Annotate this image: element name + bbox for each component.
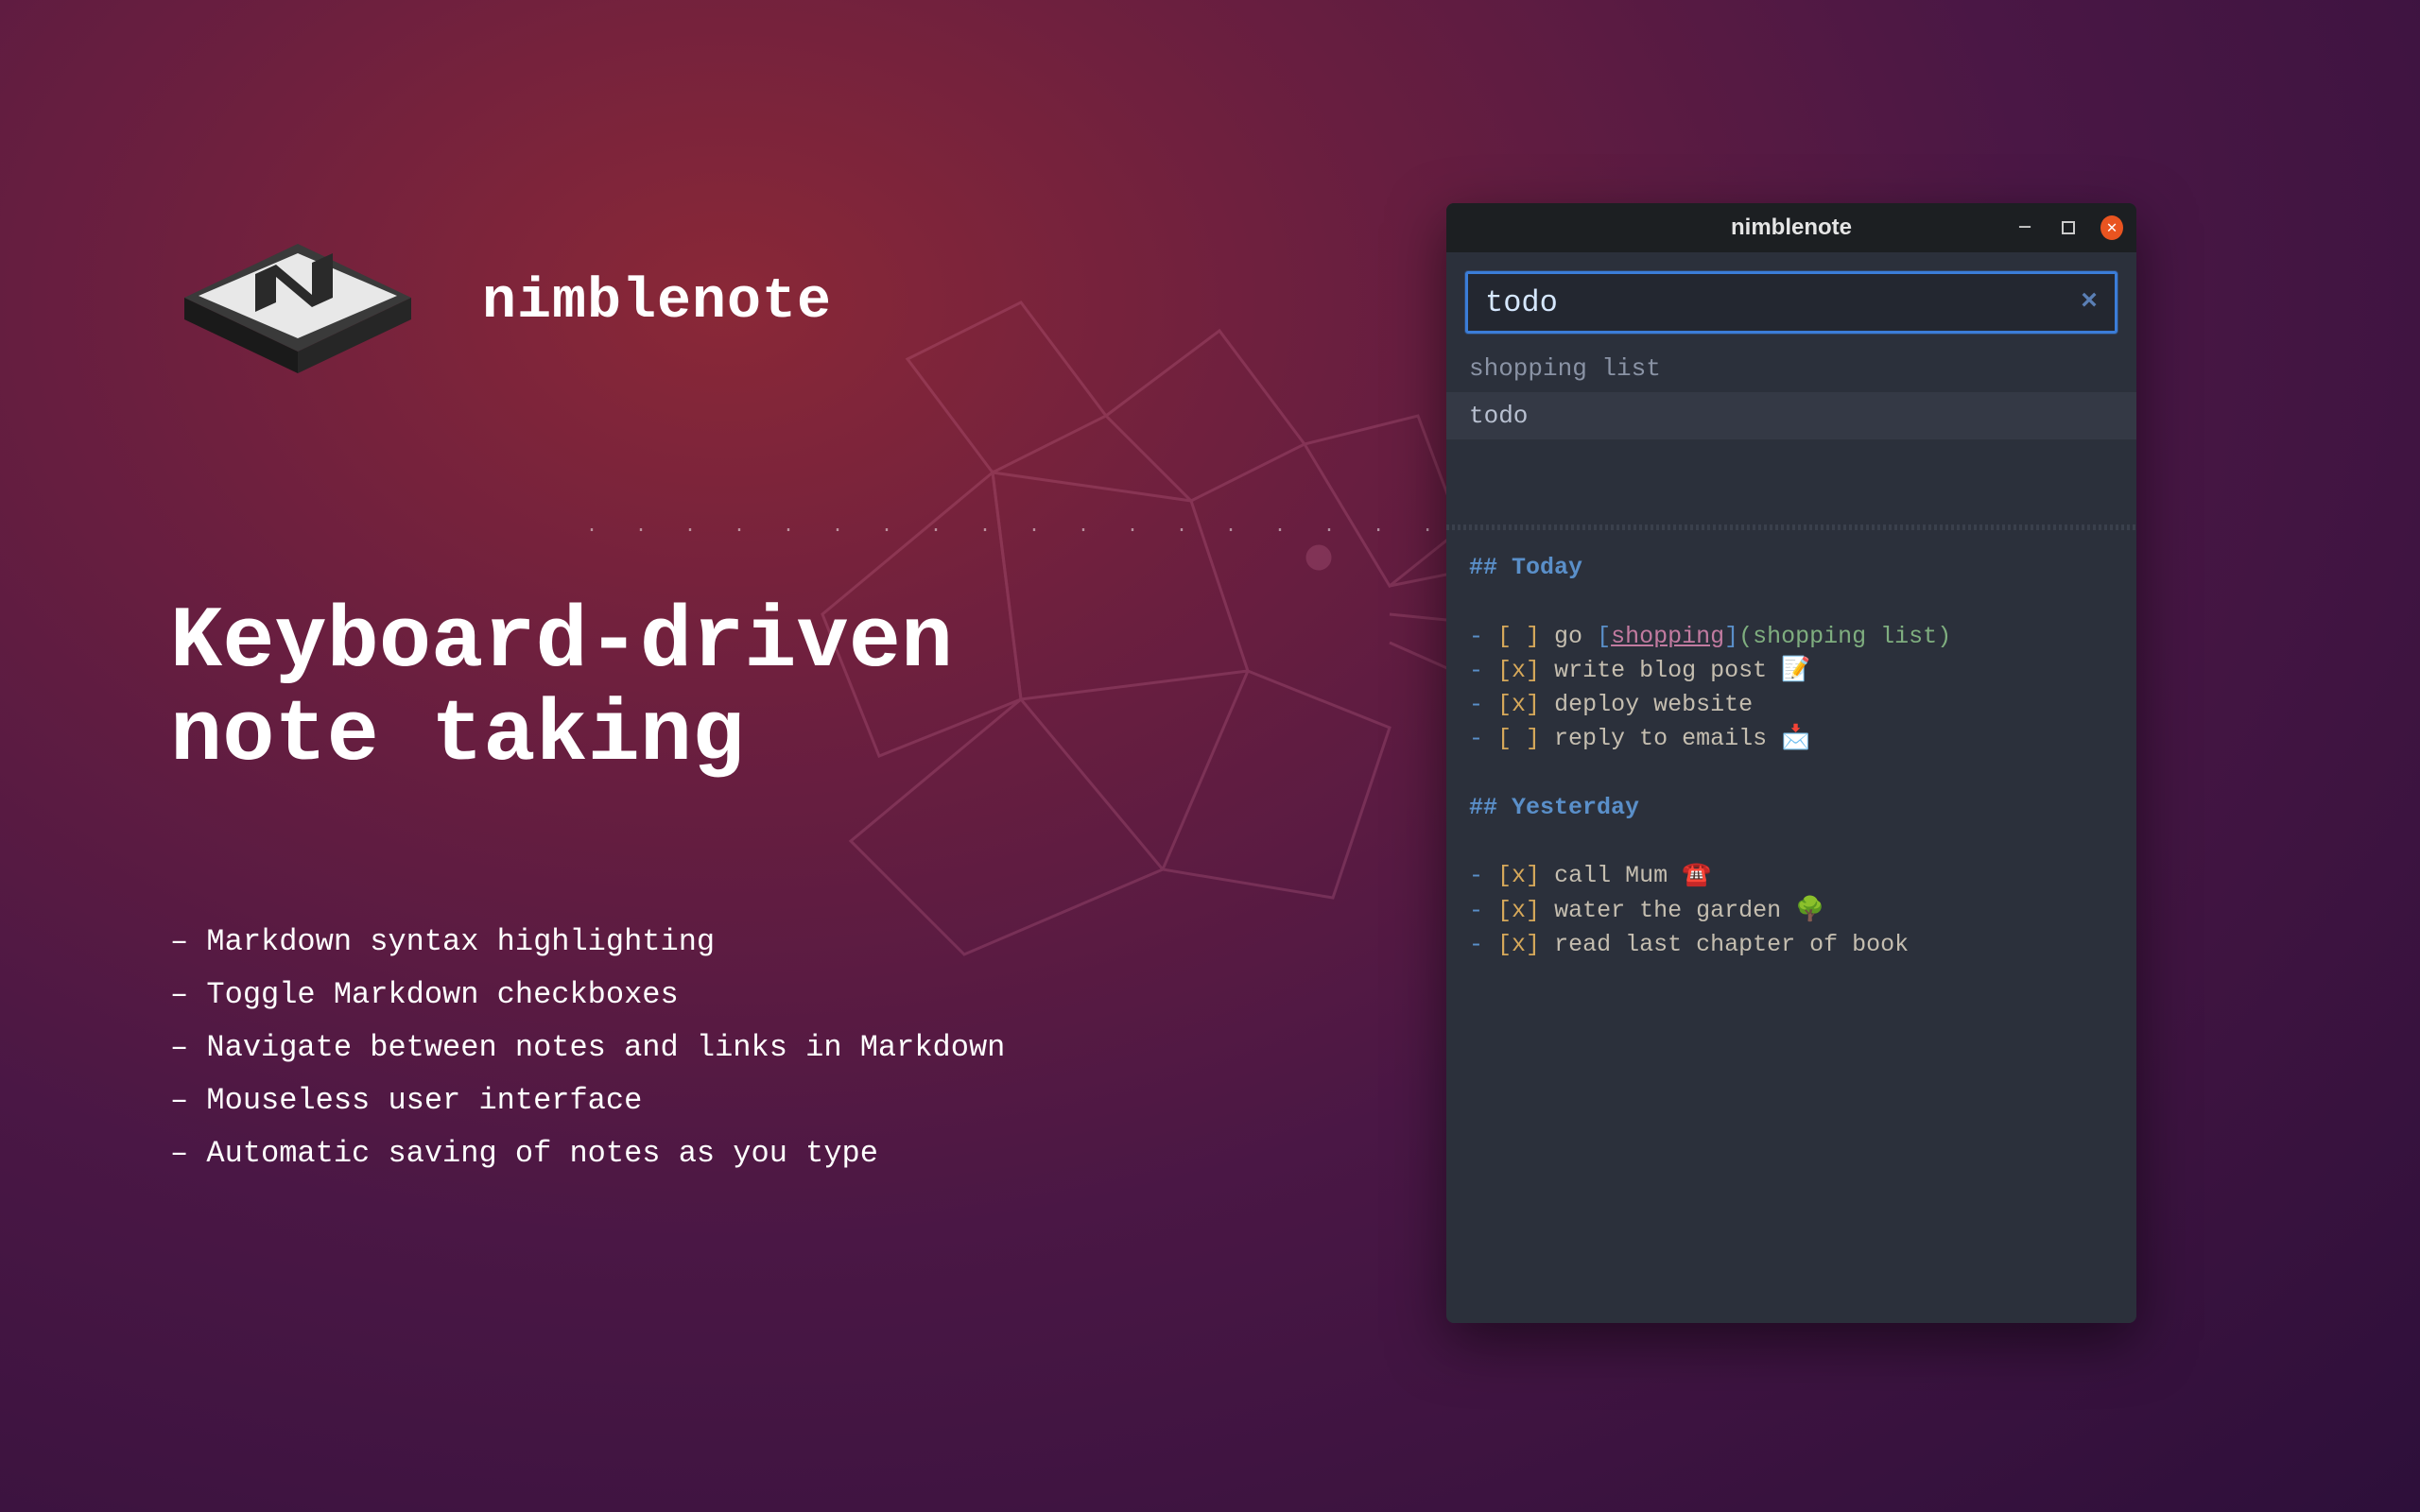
feature-item: Mouseless user interface: [170, 1074, 1305, 1127]
window-maximize-button[interactable]: [2057, 216, 2080, 239]
feature-item: Navigate between notes and links in Mark…: [170, 1022, 1305, 1074]
search-input[interactable]: [1485, 285, 2081, 320]
feature-list: Markdown syntax highlighting Toggle Mark…: [170, 916, 1305, 1180]
note-editor[interactable]: ## Today - [ ] go [shopping](shopping li…: [1446, 530, 2136, 1323]
headline: Keyboard-driven note taking: [170, 595, 1305, 783]
marketing-panel: nimblenote Keyboard-driven note taking M…: [170, 217, 1305, 1180]
note-list-item[interactable]: todo: [1446, 392, 2136, 439]
feature-item: Markdown syntax highlighting: [170, 916, 1305, 969]
app-window: nimblenote – ✕ × shopping list todo ## T…: [1446, 203, 2136, 1323]
feature-item: Toggle Markdown checkboxes: [170, 969, 1305, 1022]
note-list-item[interactable]: shopping list: [1446, 345, 2136, 392]
window-titlebar[interactable]: nimblenote – ✕: [1446, 203, 2136, 252]
window-close-button[interactable]: ✕: [2100, 216, 2123, 239]
window-minimize-button[interactable]: –: [2014, 216, 2036, 239]
app-name: nimblenote: [482, 270, 832, 335]
feature-item: Automatic saving of notes as you type: [170, 1127, 1305, 1180]
section-heading: Yesterday: [1512, 794, 1639, 821]
clear-search-icon[interactable]: ×: [2081, 286, 2098, 318]
note-list: shopping list todo: [1446, 345, 2136, 524]
search-box[interactable]: ×: [1465, 271, 2118, 334]
app-logo-icon: [170, 217, 425, 387]
section-heading: Today: [1512, 554, 1582, 581]
